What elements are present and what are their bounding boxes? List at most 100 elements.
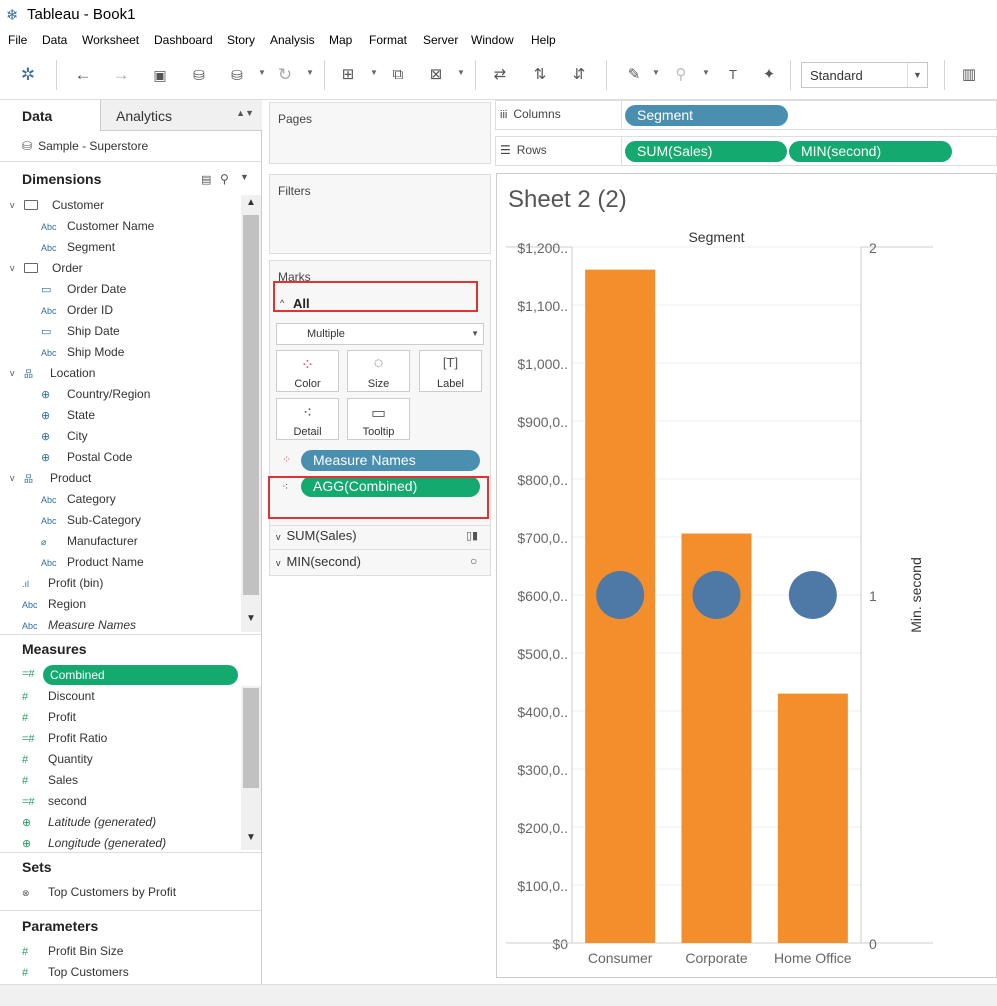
label-button[interactable]: [T] Label <box>419 350 482 392</box>
scroll-up-icon[interactable]: ▲ <box>241 197 261 213</box>
chevron-down-icon[interactable]: v <box>10 368 15 378</box>
dimension-item[interactable]: Abc Category <box>41 489 116 509</box>
measure-names-pill[interactable]: Measure Names <box>301 450 480 471</box>
show-mark-labels-icon[interactable]: T <box>722 65 744 85</box>
chevron-down-icon[interactable]: ▼ <box>306 68 314 78</box>
scroll-down-icon[interactable]: ▼ <box>241 613 261 629</box>
chevron-down-icon[interactable]: ▼ <box>652 68 660 78</box>
menu-server[interactable]: Server <box>423 33 458 47</box>
menu-story[interactable]: Story <box>227 33 255 47</box>
dimension-item[interactable]: Abc Order ID <box>41 300 113 320</box>
chevron-down-icon[interactable]: ▼ <box>907 63 927 87</box>
menu-worksheet[interactable]: Worksheet <box>82 33 139 47</box>
highlight-icon[interactable]: ✎ <box>623 65 645 85</box>
new-worksheet-icon[interactable]: ⊞ <box>337 65 359 85</box>
undo-icon[interactable]: ← <box>72 65 94 85</box>
swap-rows-columns-icon[interactable]: ⇄ <box>489 65 511 85</box>
chevron-updown-icon[interactable]: ▲▼ <box>236 108 254 118</box>
clear-sheet-icon[interactable]: ⊠ <box>425 65 447 85</box>
dimension-item[interactable]: Customer <box>22 195 104 215</box>
dimension-item[interactable]: ⊕ Postal Code <box>41 447 132 467</box>
show-me-icon[interactable]: ▥ <box>958 65 980 85</box>
dimension-item[interactable]: ▭ Ship Date <box>41 321 120 341</box>
menu-data[interactable]: Data <box>42 33 67 47</box>
filters-shelf[interactable]: Filters <box>269 174 491 254</box>
dimension-item[interactable]: ⊕ City <box>41 426 88 446</box>
sum-sales-pill[interactable]: SUM(Sales) <box>625 141 787 162</box>
view-list-icon[interactable]: ▤ <box>201 173 211 186</box>
set-item[interactable]: ⊗ Top Customers by Profit <box>22 882 176 902</box>
detail-button[interactable]: ⁖ Detail <box>276 398 339 440</box>
dimension-item[interactable]: Abc Product Name <box>41 552 144 572</box>
measure-item[interactable]: # Quantity <box>22 749 93 769</box>
save-icon[interactable]: ▣ <box>149 65 171 85</box>
duplicate-sheet-icon[interactable]: ⧉ <box>387 65 409 85</box>
scroll-thumb[interactable] <box>243 215 259 595</box>
sort-ascending-icon[interactable]: ⇅ <box>529 65 551 85</box>
measures-scrollbar[interactable]: ▼ <box>241 686 261 850</box>
tab-data[interactable]: Data <box>0 100 100 131</box>
datasource-item[interactable]: ⛁ Sample - Superstore <box>22 139 148 153</box>
chevron-down-icon[interactable]: ▼ <box>457 68 465 78</box>
dimension-item[interactable]: ⊕ State <box>41 405 95 425</box>
menu-dashboard[interactable]: Dashboard <box>154 33 213 47</box>
parameter-item[interactable]: # Profit Bin Size <box>22 941 123 961</box>
dimension-item[interactable]: ⊕ Country/Region <box>41 384 150 404</box>
chevron-down-icon[interactable]: v <box>276 532 281 542</box>
dimension-item[interactable]: Abc Sub-Category <box>41 510 141 530</box>
fix-axes-icon[interactable]: ✦ <box>758 65 780 85</box>
menu-map[interactable]: Map <box>329 33 352 47</box>
dimension-item[interactable]: Abc Ship Mode <box>41 342 124 362</box>
dimension-item[interactable]: Abc Segment <box>41 237 115 257</box>
chevron-down-icon[interactable]: v <box>10 200 15 210</box>
sort-descending-icon[interactable]: ⇵ <box>568 65 590 85</box>
pause-updates-icon[interactable]: ⛁ <box>226 65 248 85</box>
chevron-down-icon[interactable]: ▼ <box>471 329 479 338</box>
columns-shelf[interactable]: iii Columns Segment <box>495 100 997 130</box>
chevron-down-icon[interactable]: v <box>10 473 15 483</box>
menu-analysis[interactable]: Analysis <box>270 33 315 47</box>
redo-icon[interactable]: → <box>110 65 132 85</box>
measure-item[interactable]: ⊕ Longitude (generated) <box>22 833 166 853</box>
chevron-down-icon[interactable]: ▼ <box>702 68 710 78</box>
measure-item[interactable]: # Sales <box>22 770 78 790</box>
combined-field-selected[interactable]: Combined <box>43 665 238 685</box>
dimension-item[interactable]: ⌀ Manufacturer <box>41 531 138 551</box>
menu-window[interactable]: Window <box>471 33 514 47</box>
group-members-icon[interactable]: ⚲ <box>670 65 692 85</box>
mark-type-select[interactable]: Multiple ▼ <box>276 323 484 345</box>
chevron-down-icon[interactable]: ▼ <box>370 68 378 78</box>
tab-analytics[interactable]: Analytics ▲▼ <box>100 100 262 131</box>
menu-format[interactable]: Format <box>369 33 407 47</box>
menu-file[interactable]: File <box>8 33 27 47</box>
measure-item[interactable]: ⊕ Latitude (generated) <box>22 812 156 832</box>
size-button[interactable]: ◌ Size <box>347 350 410 392</box>
min-second-marks-row[interactable]: v MIN(second) <box>276 554 361 569</box>
rows-shelf[interactable]: ☰ Rows SUM(Sales) MIN(second) <box>495 136 997 166</box>
chevron-down-icon[interactable]: v <box>10 263 15 273</box>
min-second-pill[interactable]: MIN(second) <box>789 141 952 162</box>
dimension-item[interactable]: ▭ Order Date <box>41 279 126 299</box>
dimension-item[interactable]: Abc Region <box>22 594 86 614</box>
parameter-item[interactable]: # Top Customers <box>22 962 129 982</box>
color-button[interactable]: ⁘ Color <box>276 350 339 392</box>
dimension-item[interactable]: Order <box>22 258 83 278</box>
chevron-down-icon[interactable]: ▼ <box>258 68 266 78</box>
sum-sales-marks-row[interactable]: v SUM(Sales) <box>276 528 357 543</box>
tooltip-button[interactable]: ▭ Tooltip <box>347 398 410 440</box>
measure-item[interactable]: =# second <box>22 791 87 811</box>
refresh-icon[interactable]: ↻ <box>274 65 296 85</box>
dimension-item[interactable]: .ıl Profit (bin) <box>22 573 103 593</box>
scroll-down-icon[interactable]: ▼ <box>241 832 261 848</box>
measure-item[interactable]: # Profit <box>22 707 76 727</box>
dimension-item[interactable]: Abc Customer Name <box>41 216 154 236</box>
search-icon[interactable]: ⚲ <box>220 172 229 186</box>
dimension-item[interactable]: 品 Location <box>22 363 95 383</box>
scroll-thumb[interactable] <box>243 688 259 788</box>
menu-help[interactable]: Help <box>531 33 556 47</box>
fit-select[interactable]: Standard ▼ <box>801 62 928 88</box>
pages-shelf[interactable]: Pages <box>269 102 491 164</box>
dimension-item[interactable]: 品 Product <box>22 468 91 488</box>
tableau-start-icon[interactable]: ✲ <box>17 65 39 85</box>
chevron-down-icon[interactable]: ▼ <box>240 172 249 182</box>
